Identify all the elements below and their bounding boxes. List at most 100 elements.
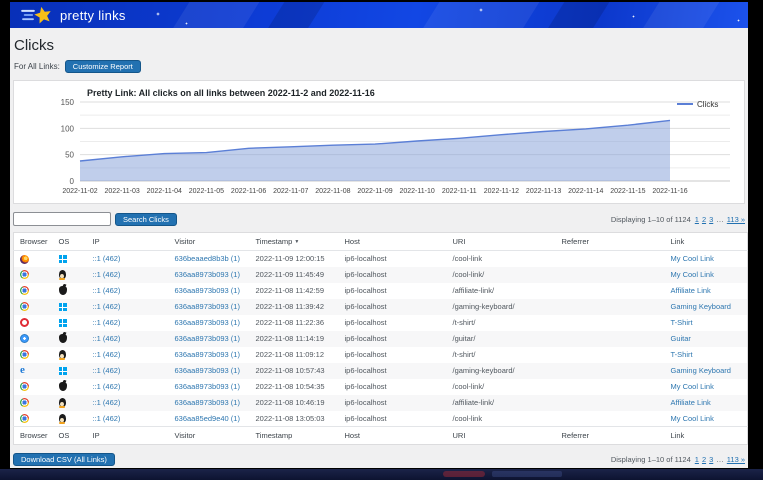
- column-header-label: Timestamp: [256, 431, 293, 440]
- link-link[interactable]: My Cool Link: [671, 270, 714, 279]
- ip-link[interactable]: ::1 (462): [93, 414, 121, 423]
- column-header-visitor[interactable]: Visitor: [169, 427, 250, 445]
- cell-ip: ::1 (462): [87, 251, 169, 267]
- page-link[interactable]: 3: [709, 215, 713, 224]
- link-link[interactable]: T-Shirt: [671, 350, 693, 359]
- link-link[interactable]: T-Shirt: [671, 318, 693, 327]
- visitor-link[interactable]: 636beaaed8b3b (1): [175, 254, 240, 263]
- cell-host: ip6-localhost: [339, 283, 447, 299]
- visitor-link[interactable]: 636aa8973b093 (1): [175, 398, 240, 407]
- ip-link[interactable]: ::1 (462): [93, 270, 121, 279]
- ip-link[interactable]: ::1 (462): [93, 286, 121, 295]
- apple-os-icon: [59, 334, 67, 343]
- cell-visitor: 636aa8973b093 (1): [169, 363, 250, 379]
- visitor-link[interactable]: 636aa8973b093 (1): [175, 270, 240, 279]
- pretty-links-logo[interactable]: pretty links: [20, 5, 126, 25]
- column-header-timestamp[interactable]: Timestamp▼: [250, 233, 339, 251]
- sort-desc-icon[interactable]: ▼: [294, 239, 299, 245]
- page-link[interactable]: 2: [702, 455, 706, 464]
- column-header-referrer[interactable]: Referrer: [556, 427, 665, 445]
- page-link-last[interactable]: 113 »: [727, 215, 745, 224]
- column-header-browser[interactable]: Browser: [14, 427, 53, 445]
- page-link[interactable]: 2: [702, 215, 706, 224]
- visitor-link[interactable]: 636aa85ed9e40 (1): [175, 414, 240, 423]
- link-link[interactable]: My Cool Link: [671, 382, 714, 391]
- cell-uri: /gaming-keyboard/: [447, 299, 556, 315]
- svg-text:2022-11-10: 2022-11-10: [399, 188, 434, 195]
- link-link[interactable]: Affiliate Link: [671, 286, 711, 295]
- banner-streak: [543, 2, 613, 28]
- column-header-host[interactable]: Host: [339, 427, 447, 445]
- customize-report-button[interactable]: Customize Report: [65, 60, 141, 73]
- page-link-last[interactable]: 113 »: [727, 455, 745, 464]
- column-header-os[interactable]: OS: [53, 233, 87, 251]
- cell-browser: [14, 379, 53, 395]
- column-header-referrer[interactable]: Referrer: [556, 233, 665, 251]
- cell-browser: [14, 267, 53, 283]
- page-link[interactable]: 1: [695, 215, 699, 224]
- column-header-ip[interactable]: IP: [87, 427, 169, 445]
- column-header-browser[interactable]: Browser: [14, 233, 53, 251]
- visitor-link[interactable]: 636aa8973b093 (1): [175, 382, 240, 391]
- search-input[interactable]: [13, 212, 111, 226]
- cell-os: [53, 283, 87, 299]
- cell-referrer: [556, 395, 665, 411]
- ip-link[interactable]: ::1 (462): [93, 254, 121, 263]
- page-link[interactable]: 3: [709, 455, 713, 464]
- page-title: Clicks: [14, 37, 745, 54]
- visitor-link[interactable]: 636aa8973b093 (1): [175, 334, 240, 343]
- link-link[interactable]: My Cool Link: [671, 414, 714, 423]
- cell-referrer: [556, 283, 665, 299]
- logo-text: pretty links: [60, 8, 126, 23]
- link-link[interactable]: My Cool Link: [671, 254, 714, 263]
- ip-link[interactable]: ::1 (462): [93, 302, 121, 311]
- search-clicks-button[interactable]: Search Clicks: [115, 213, 177, 226]
- cell-os: [53, 315, 87, 331]
- chrome-browser-icon: [20, 398, 29, 407]
- cell-uri: /gaming-keyboard/: [447, 363, 556, 379]
- table-row: ::1 (462)636aa8973b093 (1)2022-11-08 10:…: [14, 363, 748, 379]
- cell-timestamp: 2022-11-09 11:45:49: [250, 267, 339, 283]
- ip-link[interactable]: ::1 (462): [93, 318, 121, 327]
- ip-link[interactable]: ::1 (462): [93, 334, 121, 343]
- link-link[interactable]: Gaming Keyboard: [671, 302, 731, 311]
- column-header-timestamp[interactable]: Timestamp: [250, 427, 339, 445]
- cell-browser: [14, 283, 53, 299]
- table-footer: BrowserOSIPVisitor Timestamp HostURI Referr…: [14, 427, 748, 445]
- visitor-link[interactable]: 636aa8973b093 (1): [175, 286, 240, 295]
- cell-visitor: 636aa8973b093 (1): [169, 395, 250, 411]
- cell-os: [53, 267, 87, 283]
- column-header-host[interactable]: Host: [339, 233, 447, 251]
- download-csv-button[interactable]: Download CSV (All Links): [13, 453, 115, 466]
- link-link[interactable]: Guitar: [671, 334, 691, 343]
- column-header-label: Referrer: [562, 431, 590, 440]
- ip-link[interactable]: ::1 (462): [93, 398, 121, 407]
- cell-uri: /affiliate-link/: [447, 395, 556, 411]
- column-header-link[interactable]: Link: [665, 233, 748, 251]
- cell-timestamp: 2022-11-08 11:22:36: [250, 315, 339, 331]
- ip-link[interactable]: ::1 (462): [93, 350, 121, 359]
- table-row: ::1 (462)636aa8973b093 (1)2022-11-08 10:…: [14, 379, 748, 395]
- column-header-ip[interactable]: IP: [87, 233, 169, 251]
- column-header-label: Host: [345, 237, 360, 246]
- visitor-link[interactable]: 636aa8973b093 (1): [175, 366, 240, 375]
- column-header-uri[interactable]: URI: [447, 427, 556, 445]
- svg-text:2022-11-16: 2022-11-16: [652, 188, 687, 195]
- visitor-link[interactable]: 636aa8973b093 (1): [175, 318, 240, 327]
- visitor-link[interactable]: 636aa8973b093 (1): [175, 302, 240, 311]
- cell-browser: [14, 411, 53, 427]
- cell-uri: /t-shirt/: [447, 347, 556, 363]
- linux-os-icon: [59, 270, 66, 279]
- column-header-visitor[interactable]: Visitor: [169, 233, 250, 251]
- ip-link[interactable]: ::1 (462): [93, 382, 121, 391]
- page-link[interactable]: 1: [695, 455, 699, 464]
- column-header-uri[interactable]: URI: [447, 233, 556, 251]
- column-header-link[interactable]: Link: [665, 427, 748, 445]
- visitor-link[interactable]: 636aa8973b093 (1): [175, 350, 240, 359]
- column-header-os[interactable]: OS: [53, 427, 87, 445]
- link-link[interactable]: Gaming Keyboard: [671, 366, 731, 375]
- banner-streak: [638, 2, 723, 28]
- link-link[interactable]: Affiliate Link: [671, 398, 711, 407]
- column-header-label: Link: [671, 237, 685, 246]
- ip-link[interactable]: ::1 (462): [93, 366, 121, 375]
